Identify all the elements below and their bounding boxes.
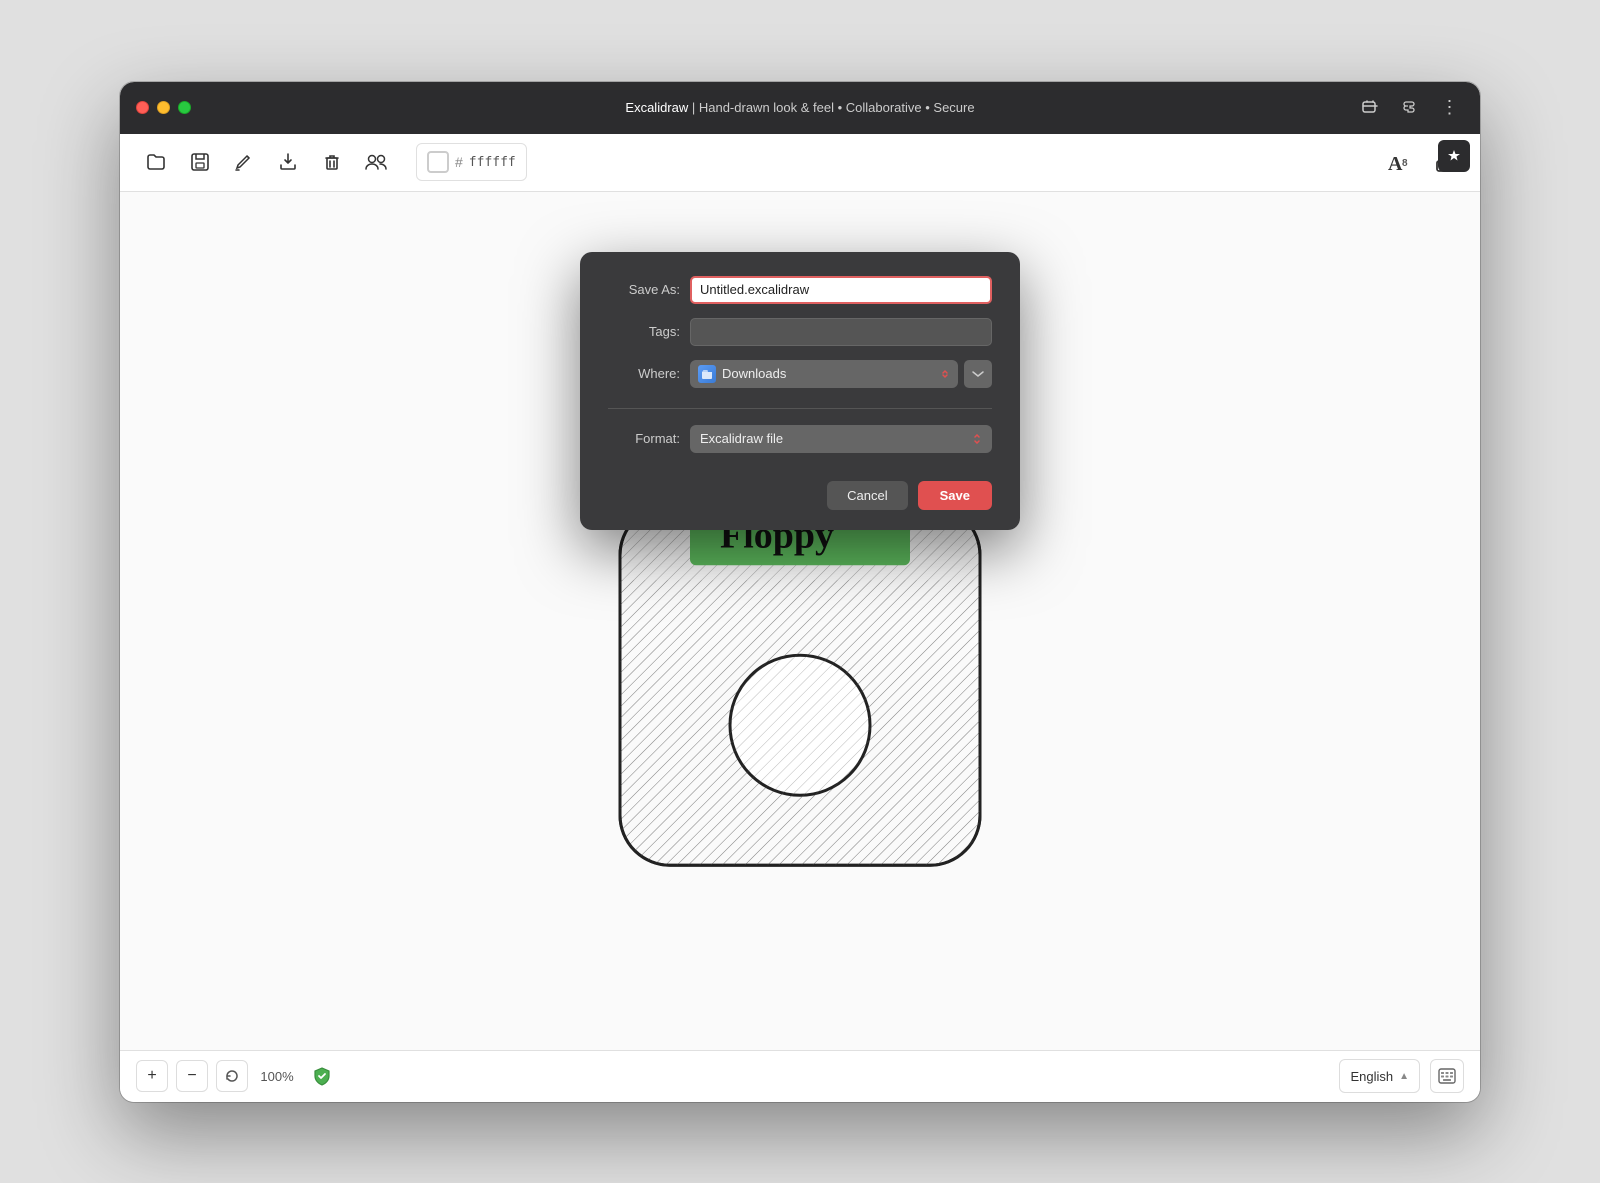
maximize-button[interactable]: [178, 101, 191, 114]
where-row: Where: Downloads: [608, 360, 992, 388]
cancel-button[interactable]: Cancel: [827, 481, 907, 510]
text-style-button[interactable]: A 8: [1378, 142, 1418, 182]
where-select-inner: Downloads: [698, 365, 940, 383]
dialog-buttons: Cancel Save: [608, 477, 992, 510]
more-options-icon[interactable]: ⋮: [1436, 94, 1464, 122]
language-label: English: [1350, 1069, 1393, 1084]
shield-button[interactable]: [306, 1060, 338, 1092]
format-spinner-icon: [972, 434, 982, 444]
open-button[interactable]: [136, 142, 176, 182]
app-window: Excalidraw | Hand-drawn look & feel • Co…: [120, 82, 1480, 1102]
where-select-wrapper: Downloads: [690, 360, 992, 388]
keyboard-shortcuts-button[interactable]: [1430, 1059, 1464, 1093]
zoom-controls: + − 100%: [136, 1060, 338, 1092]
tags-row: Tags:: [608, 318, 992, 346]
svg-text:A: A: [1388, 153, 1403, 175]
tags-input[interactable]: [690, 318, 992, 346]
save-dialog: Save As: Tags: Where:: [580, 252, 1020, 530]
hash-symbol: #: [455, 154, 463, 170]
close-button[interactable]: [136, 101, 149, 114]
format-row: Format: Excalidraw file: [608, 425, 992, 453]
bottom-right: English ▲: [1339, 1059, 1464, 1093]
where-select[interactable]: Downloads: [690, 360, 958, 388]
expand-button[interactable]: [964, 360, 992, 388]
toolbar: # ffffff A 8: [120, 134, 1480, 192]
extensions-icon[interactable]: [1396, 94, 1424, 122]
color-value: ffffff: [469, 155, 516, 170]
save-as-label: Save As:: [608, 282, 680, 297]
language-arrow: ▲: [1399, 1071, 1409, 1082]
dialog-overlay: Save As: Tags: Where:: [120, 192, 1480, 1050]
titlebar: Excalidraw | Hand-drawn look & feel • Co…: [120, 82, 1480, 134]
tags-label: Tags:: [608, 324, 680, 339]
titlebar-actions: ⋮: [1356, 94, 1464, 122]
export-button[interactable]: [268, 142, 308, 182]
save-file-button[interactable]: Save: [918, 481, 992, 510]
format-value: Excalidraw file: [700, 431, 783, 446]
format-select[interactable]: Excalidraw file: [690, 425, 992, 453]
share-icon[interactable]: [1356, 94, 1384, 122]
bottombar: + − 100% English ▲: [120, 1050, 1480, 1102]
zoom-in-button[interactable]: +: [136, 1060, 168, 1092]
edit-button[interactable]: [224, 142, 264, 182]
pin-button[interactable]: [1438, 140, 1470, 172]
save-button[interactable]: [180, 142, 220, 182]
canvas-area[interactable]: Floppy Save As: Tags: Wh: [120, 192, 1480, 1050]
save-as-input[interactable]: [690, 276, 992, 304]
divider: [608, 408, 992, 409]
language-selector[interactable]: English ▲: [1339, 1059, 1420, 1093]
minimize-button[interactable]: [157, 101, 170, 114]
format-label: Format:: [608, 431, 680, 446]
color-panel[interactable]: # ffffff: [416, 143, 527, 181]
spinner-icon: [940, 369, 950, 379]
save-as-row: Save As:: [608, 276, 992, 304]
traffic-lights: [136, 101, 191, 114]
svg-text:8: 8: [1402, 158, 1408, 169]
zoom-out-button[interactable]: −: [176, 1060, 208, 1092]
delete-button[interactable]: [312, 142, 352, 182]
where-label: Where:: [608, 366, 680, 381]
downloads-folder-icon: [698, 365, 716, 383]
zoom-reset-button[interactable]: [216, 1060, 248, 1092]
window-title: Excalidraw | Hand-drawn look & feel • Co…: [625, 100, 974, 115]
color-swatch[interactable]: [427, 151, 449, 173]
collaborate-button[interactable]: [356, 142, 396, 182]
zoom-level: 100%: [256, 1069, 298, 1084]
where-value: Downloads: [722, 366, 786, 381]
